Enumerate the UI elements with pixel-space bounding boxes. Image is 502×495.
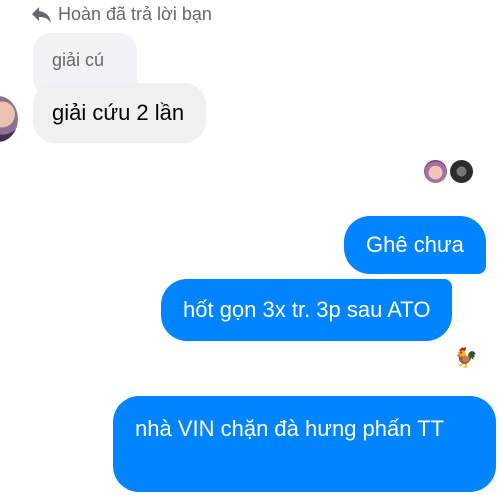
- outgoing-message-text: Ghê chưa: [366, 232, 464, 257]
- reaction-rooster-icon[interactable]: 🐓: [454, 347, 478, 371]
- quoted-message-text: giải cú: [52, 50, 105, 70]
- seen-receipts: [424, 160, 473, 183]
- incoming-message-text: giải cứu 2 lần: [52, 100, 185, 125]
- outgoing-message-text: hốt gọn 3x tr. 3p sau ATO: [183, 297, 431, 322]
- outgoing-message-bubble[interactable]: nhà VIN chặn đà hưng phấn TT: [113, 396, 496, 492]
- seen-avatar: [450, 160, 473, 183]
- outgoing-message-text: nhà VIN chặn đà hưng phấn TT: [135, 416, 445, 441]
- incoming-message-bubble[interactable]: giải cứu 2 lần: [33, 83, 207, 143]
- reply-header-text: Hoàn đã trả lời bạn: [58, 4, 212, 24]
- outgoing-message-bubble[interactable]: hốt gọn 3x tr. 3p sau ATO: [161, 279, 453, 341]
- seen-avatar: [424, 160, 447, 183]
- outgoing-message-bubble[interactable]: Ghê chưa: [344, 216, 486, 274]
- reply-arrow-icon: [32, 6, 51, 23]
- sender-avatar[interactable]: [0, 96, 18, 142]
- reply-header: Hoàn đã trả lời bạn: [30, 4, 212, 25]
